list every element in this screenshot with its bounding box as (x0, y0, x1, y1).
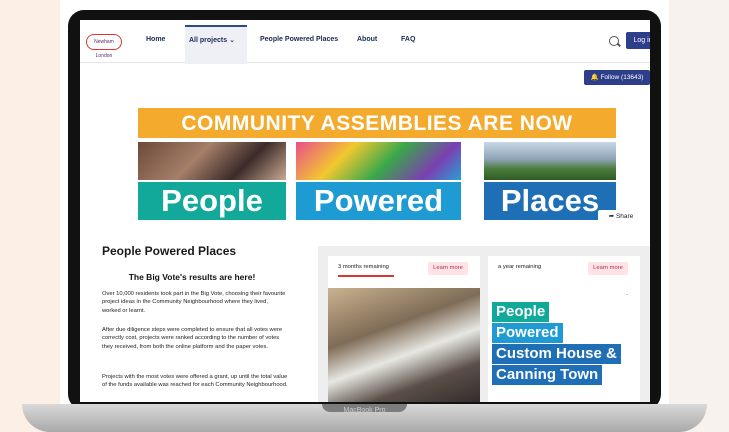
follow-button[interactable]: 🔔 Follow (13643) (584, 70, 650, 85)
bell-icon: 🔔 (590, 74, 599, 81)
hero-banner: COMMUNITY ASSEMBLIES ARE NOW People Powe… (138, 108, 616, 220)
card-tag: People (492, 302, 550, 322)
login-button[interactable]: Log in (626, 32, 650, 49)
banner-word-places: Places (484, 182, 616, 220)
share-button[interactable]: ➦ Share (598, 210, 644, 224)
card-logo: ◔ (625, 292, 628, 297)
background-right (669, 0, 729, 432)
banner-word-powered: Powered (296, 182, 461, 220)
time-remaining: a year remaining (498, 264, 542, 270)
banner-headline: COMMUNITY ASSEMBLIES ARE NOW (138, 108, 616, 138)
card-tag: Powered (492, 323, 563, 343)
card-photo-meeting (328, 288, 480, 402)
project-cards: 3 months remaining Learn more a year rem… (318, 246, 650, 402)
banner-photo-park (484, 142, 616, 180)
nav-home[interactable]: Home (146, 36, 165, 43)
learn-more-button[interactable]: Learn more (428, 262, 468, 275)
paragraph-2: After due diligence steps were completed… (102, 327, 283, 350)
time-remaining: 3 months remaining (338, 264, 389, 270)
search-icon[interactable] (609, 36, 619, 46)
nav-all-projects-active[interactable] (185, 25, 247, 64)
top-navigation: Newham London Home All projects ⌄ People… (80, 20, 650, 64)
website-screen: Newham London Home All projects ⌄ People… (80, 20, 650, 402)
page-title: People Powered Places (102, 244, 237, 258)
project-card[interactable]: a year remaining Learn more ◔ People Pow… (488, 256, 640, 402)
project-card[interactable]: 3 months remaining Learn more (328, 256, 480, 402)
nav-all-projects[interactable]: All projects ⌄ (189, 36, 235, 44)
background-left (0, 0, 60, 432)
progress-bar (338, 275, 394, 277)
nav-faq[interactable]: FAQ (401, 36, 415, 43)
banner-photo-people (138, 142, 286, 180)
follow-label: Follow (13643) (600, 74, 644, 81)
share-icon: ➦ (608, 213, 615, 220)
learn-more-button[interactable]: Learn more (588, 262, 628, 275)
share-label: Share (615, 213, 634, 220)
chevron-down-icon: ⌄ (229, 37, 235, 44)
device-label: MacBook Pro (343, 407, 386, 414)
banner-word-people: People (138, 182, 286, 220)
card-tag: Canning Town (492, 365, 603, 385)
site-logo[interactable]: Newham London (86, 34, 122, 59)
nav-all-projects-label: All projects (189, 37, 228, 44)
card-tag: Custom House & (492, 344, 621, 364)
page-subtitle: The Big Vote's results are here! (128, 272, 256, 282)
banner-photo-flowers (296, 142, 461, 180)
paragraph-1: Over 10,000 residents took part in the B… (102, 291, 286, 314)
paragraph-3: Projects with the most votes were offere… (102, 374, 288, 389)
nav-about[interactable]: About (357, 36, 377, 43)
nav-people-powered-places[interactable]: People Powered Places (260, 36, 338, 43)
